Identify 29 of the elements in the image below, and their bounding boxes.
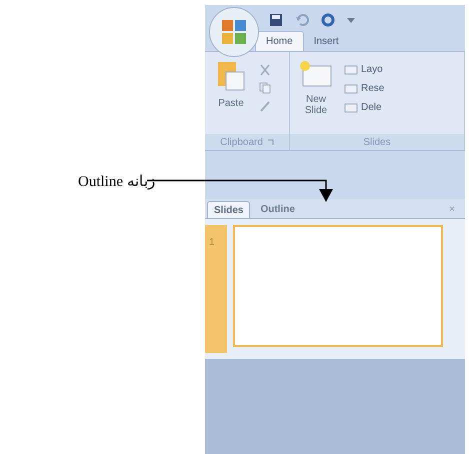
dialog-launcher-icon[interactable] — [266, 138, 274, 146]
copy-icon[interactable] — [259, 82, 271, 94]
save-icon[interactable] — [269, 13, 283, 27]
pane-tab[interactable]: Slides — [207, 201, 250, 218]
slide-icon — [299, 60, 333, 88]
command-icon — [344, 102, 358, 112]
command-icon — [344, 64, 358, 74]
command-button[interactable]: Rese — [344, 81, 384, 96]
office-button[interactable] — [209, 7, 259, 57]
clipboard-icon — [216, 60, 246, 92]
command-icon — [344, 84, 358, 94]
ribbon-tab[interactable]: Home — [255, 31, 304, 51]
annotation-label: زبانه Outline — [78, 173, 155, 192]
group-label: Slides — [363, 136, 391, 150]
cut-icon[interactable] — [259, 64, 271, 76]
group-label: Clipboard — [220, 136, 263, 150]
slide-thumbnail[interactable] — [233, 225, 443, 347]
dropdown-icon[interactable] — [347, 16, 355, 24]
ribbon-tab[interactable]: Insert — [304, 31, 349, 51]
undo-icon[interactable] — [295, 13, 309, 27]
command-button[interactable]: Dele — [344, 100, 384, 115]
big-button[interactable]: Paste — [209, 60, 253, 134]
brush-icon[interactable] — [259, 100, 271, 112]
redo-icon[interactable] — [321, 13, 335, 27]
command-button[interactable]: Layo — [344, 62, 384, 77]
slide-number: 1 — [209, 237, 215, 248]
logo — [219, 17, 249, 47]
big-button[interactable]: New Slide — [294, 60, 338, 134]
pane-tab[interactable]: Outline — [250, 201, 305, 218]
